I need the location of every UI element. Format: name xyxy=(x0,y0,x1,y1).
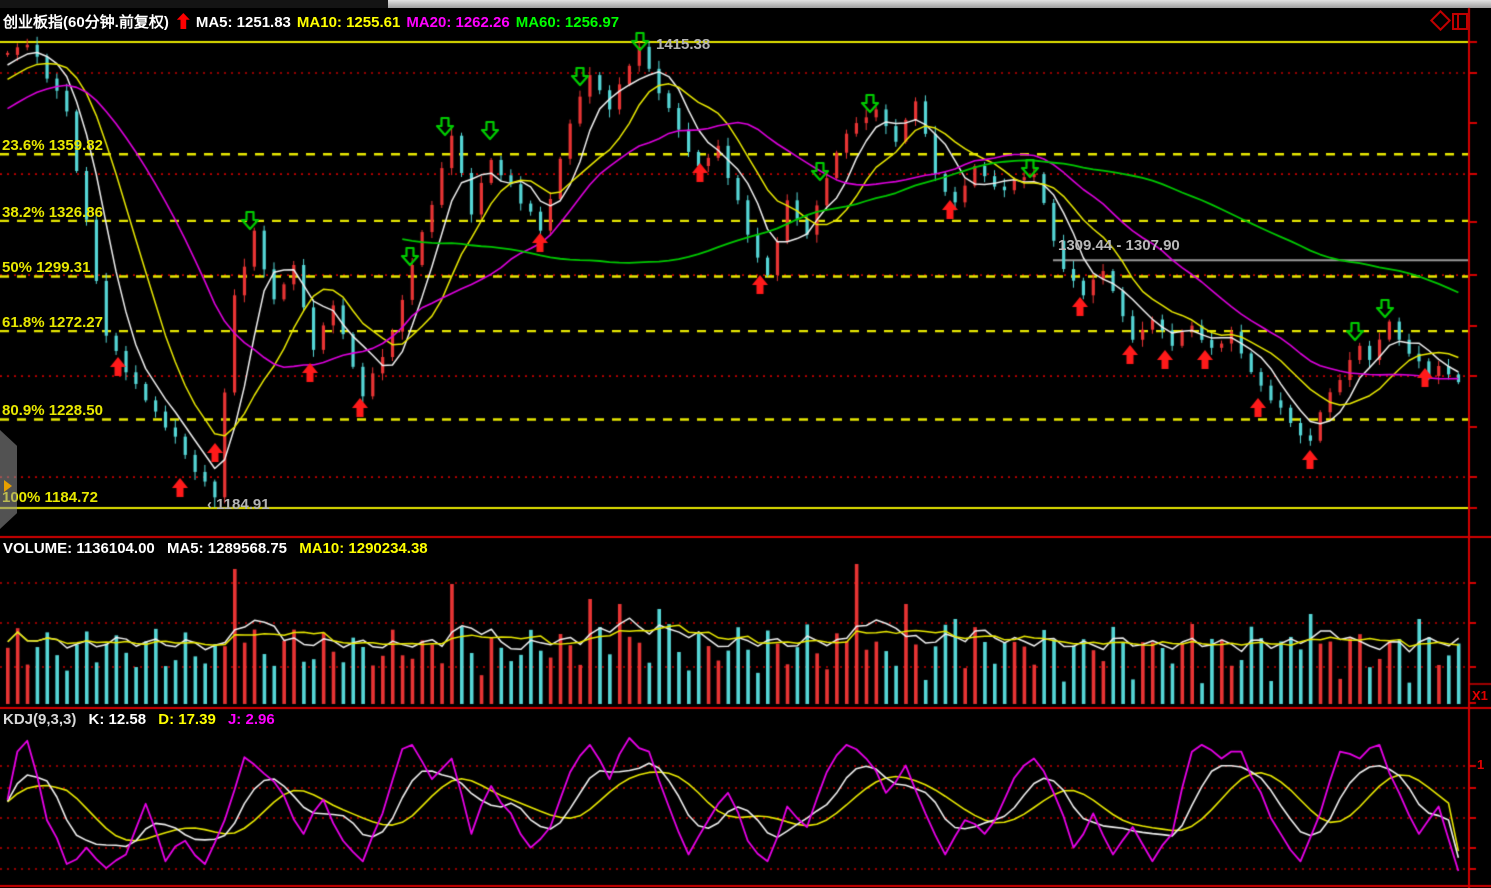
kdj-name: KDJ(9,3,3) xyxy=(3,711,76,728)
fib-label-61-8: 61.8% 1272.27 xyxy=(2,314,103,331)
main-chart-header: 创业板指(60分钟.前复权) MA5: 1251.83 MA10: 1255.61 M… xyxy=(3,11,625,32)
volume-header: VOLUME: 1136104.00 MA5: 1289568.75 MA10:… xyxy=(3,540,428,557)
kdj-axis-label: 1 xyxy=(1477,757,1484,772)
fib-label-80-9: 80.9% 1228.50 xyxy=(2,402,103,419)
stock-chart-app: { "main": { "title": "创业板指(60分钟.前复权)", "… xyxy=(0,0,1491,888)
peak-price-label: 1415.38 xyxy=(656,36,710,53)
kdj-header: KDJ(9,3,3) K: 12.58 D: 17.39 J: 2.96 xyxy=(3,711,275,728)
fib-label-38-2: 38.2% 1326.86 xyxy=(2,204,103,221)
volume-value: VOLUME: 1136104.00 xyxy=(3,540,155,557)
trough-price-label: ‹ 1184.91 xyxy=(207,496,270,513)
gap-range-label: 1309.44 - 1307.90 xyxy=(1058,237,1180,254)
ma10-value: MA10: 1255.61 xyxy=(297,14,400,31)
left-pointer-icon: ‹ xyxy=(207,496,212,513)
ma60-value: MA60: 1256.97 xyxy=(516,14,619,31)
kdj-k-value: K: 12.58 xyxy=(89,711,147,728)
volume-ma10-value: MA10: 1290234.38 xyxy=(299,540,427,557)
ma20-value: MA20: 1262.26 xyxy=(406,14,509,31)
fib-label-50: 50% 1299.31 xyxy=(2,259,90,276)
volume-ma5-value: MA5: 1289568.75 xyxy=(167,540,287,557)
ma5-value: MA5: 1251.83 xyxy=(196,14,291,31)
symbol-title: 创业板指(60分钟.前复权) xyxy=(3,14,169,31)
kdj-j-value: J: 2.96 xyxy=(228,711,275,728)
sidebar-slide-handle[interactable] xyxy=(0,430,17,529)
volume-axis-unit-label: X1 xyxy=(1472,688,1488,703)
kdj-d-value: D: 17.39 xyxy=(158,711,216,728)
chart-canvas[interactable] xyxy=(0,0,1491,888)
fib-label-23-6: 23.6% 1359.82 xyxy=(2,137,103,154)
up-arrow-icon xyxy=(177,13,190,29)
window-icon[interactable] xyxy=(1452,13,1468,30)
expand-arrow-icon xyxy=(4,480,12,492)
